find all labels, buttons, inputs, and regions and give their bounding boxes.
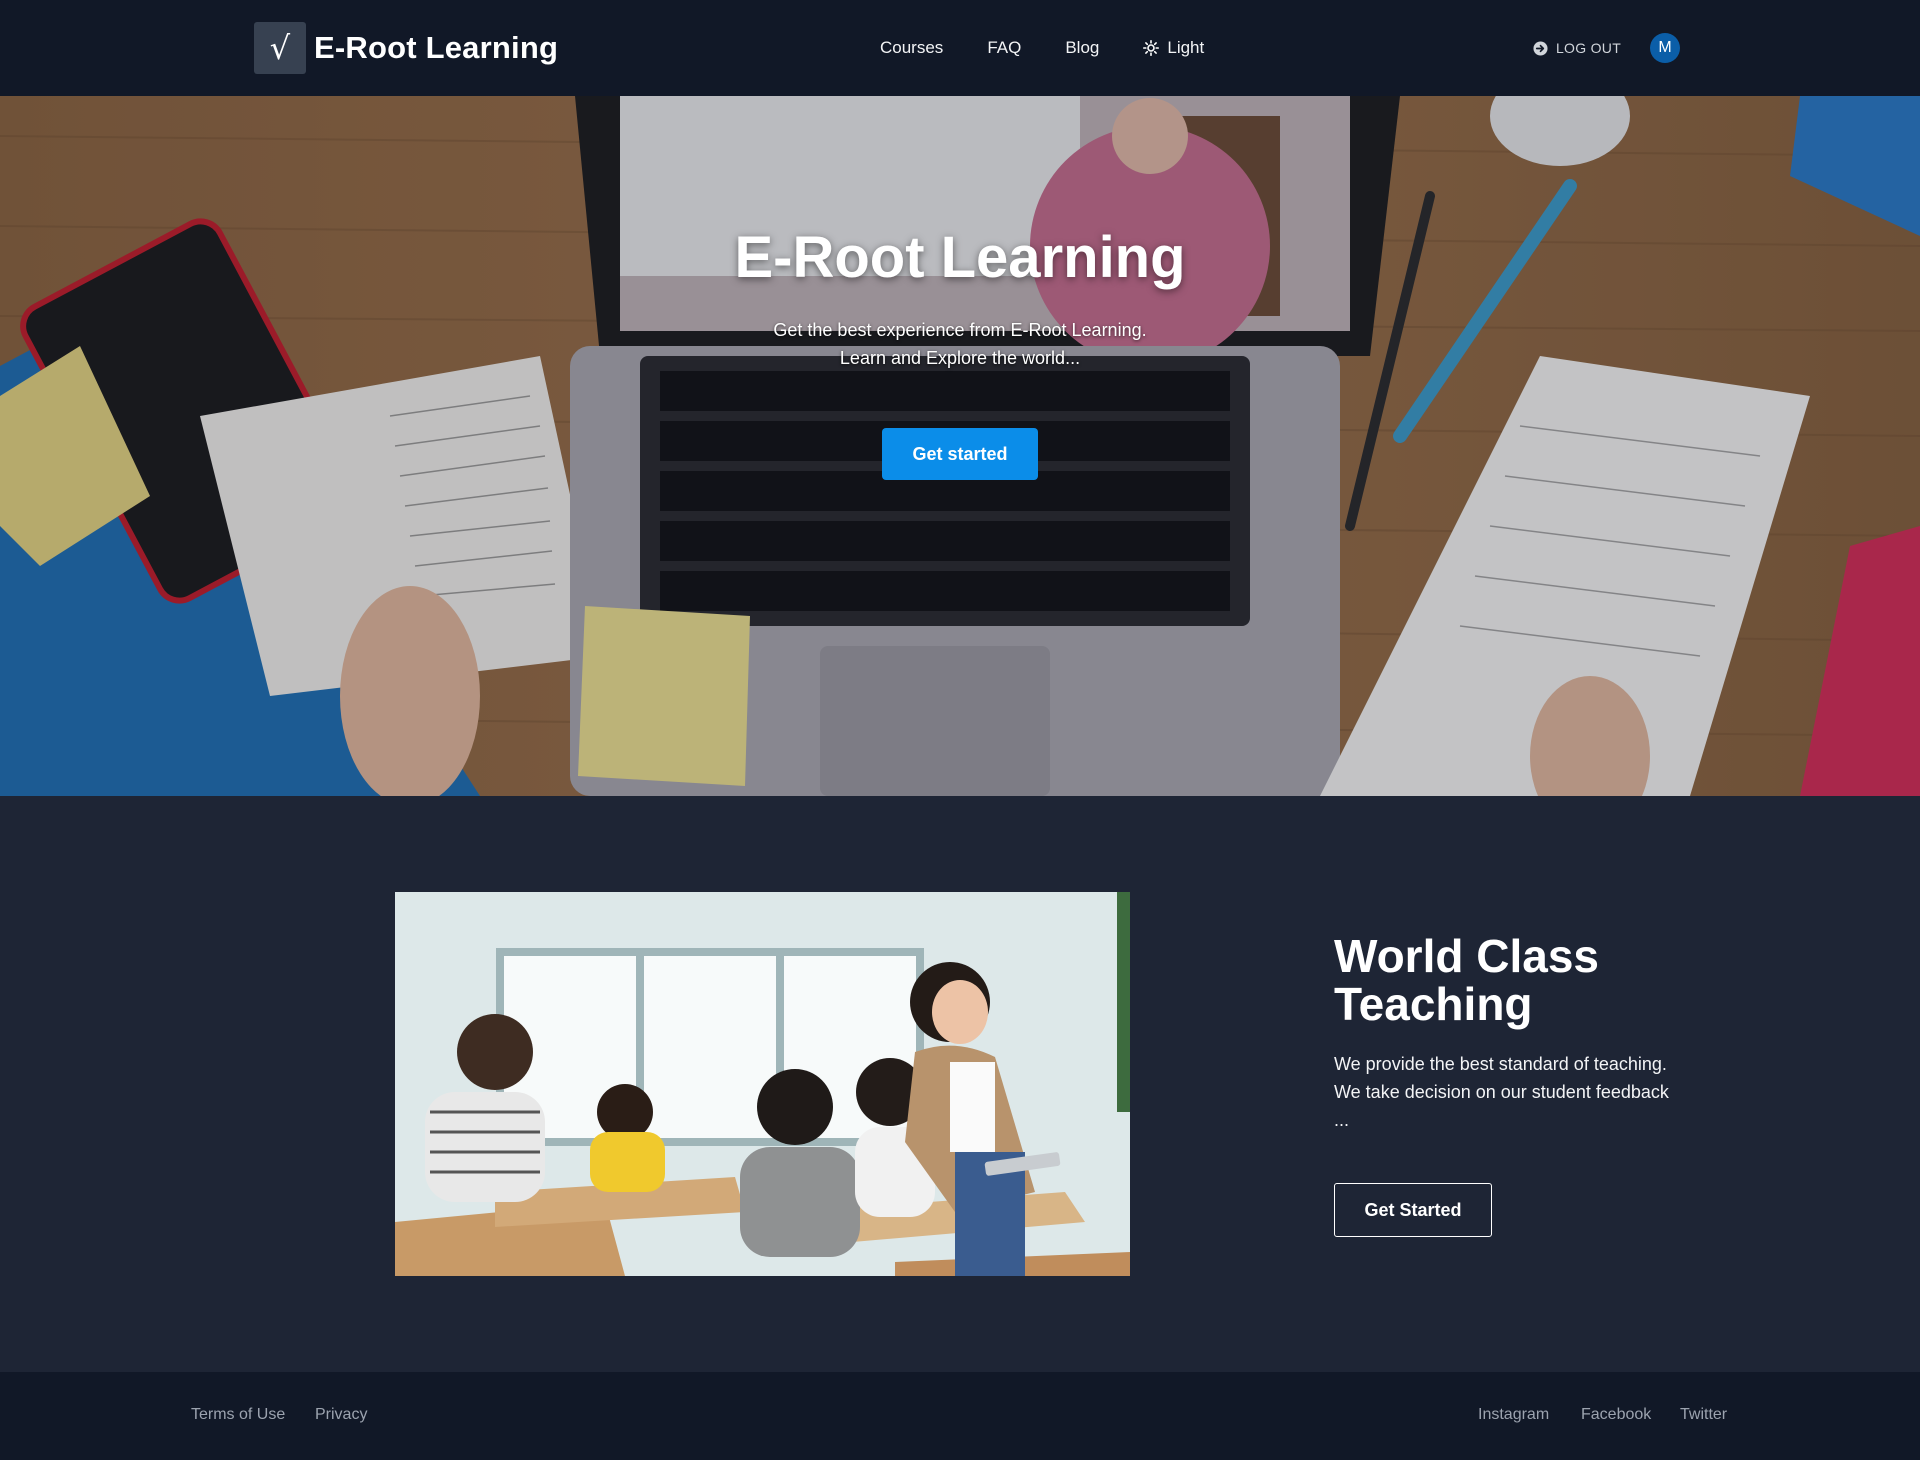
footer-privacy-link[interactable]: Privacy — [315, 1406, 367, 1424]
classroom-image — [395, 892, 1130, 1276]
hero-get-started-button[interactable]: Get started — [882, 428, 1038, 480]
brand-name: E-Root Learning — [314, 30, 559, 65]
theme-label: Light — [1167, 38, 1205, 57]
main-nav: Courses FAQ Blog Light — [880, 34, 1204, 62]
hero-section: E-Root Learning Get the best experience … — [0, 96, 1920, 796]
footer-facebook-link[interactable]: Facebook — [1581, 1406, 1651, 1424]
feature-text-line-1: We provide the best standard of teaching… — [1334, 1054, 1667, 1074]
feature-text-line-2: We take decision on our student feedback — [1334, 1082, 1669, 1102]
footer: Terms of Use Privacy Instagram Facebook … — [0, 1372, 1920, 1460]
hero-subtitle-line-2: Learn and Explore the world... — [839, 348, 1081, 368]
logout-label: LOG OUT — [1555, 40, 1622, 56]
logo-symbol: √ — [269, 29, 291, 67]
nav-faq-link[interactable]: FAQ — [987, 38, 1021, 58]
feature-get-started-button[interactable]: Get Started — [1334, 1183, 1492, 1237]
footer-terms-link[interactable]: Terms of Use — [191, 1406, 285, 1424]
hero-subtitle-line-1: Get the best experience from E-Root Lear… — [773, 320, 1147, 340]
top-navbar: √ E-Root Learning Courses FAQ Blog Light — [0, 0, 1920, 96]
feature-title-line-1: World Class — [1334, 930, 1599, 982]
square-root-icon: √ — [254, 22, 306, 74]
classroom-illustration — [395, 892, 1130, 1276]
feature-title-line-2: Teaching — [1334, 978, 1533, 1030]
footer-twitter-link[interactable]: Twitter — [1680, 1406, 1727, 1424]
footer-instagram-link[interactable]: Instagram — [1478, 1406, 1549, 1424]
brand-logo-link[interactable]: √ E-Root Learning — [254, 22, 558, 74]
feature-title: World Class Teaching — [1334, 932, 1754, 1028]
avatar-initial: M — [1658, 39, 1672, 56]
hero-title: E-Root Learning — [734, 225, 1186, 290]
theme-toggle[interactable]: Light — [1143, 38, 1204, 58]
nav-courses-link[interactable]: Courses — [880, 38, 943, 58]
feature-text-line-3: ... — [1334, 1110, 1350, 1130]
user-avatar[interactable]: M — [1650, 33, 1680, 63]
logout-arrow-icon — [1533, 40, 1548, 56]
sun-icon — [1143, 40, 1160, 56]
nav-blog-link[interactable]: Blog — [1065, 38, 1099, 58]
logout-button[interactable]: LOG OUT — [1523, 29, 1631, 67]
